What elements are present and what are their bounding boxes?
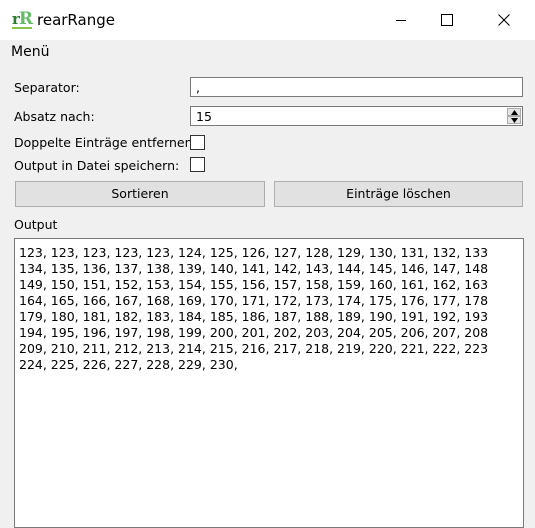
arrow-down-icon bbox=[511, 118, 518, 123]
output-line: 123, 123, 123, 123, 123, 124, 125, 126, … bbox=[19, 245, 489, 260]
maximize-button[interactable] bbox=[424, 0, 470, 40]
spin-down-button[interactable] bbox=[507, 116, 521, 124]
app-logo-icon: rR bbox=[12, 9, 33, 29]
save-file-label: Output in Datei speichern: bbox=[14, 158, 180, 173]
minimize-button[interactable] bbox=[378, 0, 424, 40]
clear-entries-button[interactable]: Einträge löschen bbox=[274, 181, 523, 207]
output-line: 149, 150, 151, 152, 153, 154, 155, 156, … bbox=[19, 277, 489, 292]
output-textarea[interactable]: 123, 123, 123, 123, 123, 124, 125, 126, … bbox=[14, 238, 524, 528]
duplicates-label: Doppelte Einträge entfernen: bbox=[14, 135, 197, 150]
close-button[interactable] bbox=[481, 0, 527, 40]
sort-button[interactable]: Sortieren bbox=[15, 181, 265, 207]
absatz-value: 15 bbox=[196, 109, 212, 124]
output-line: 224, 225, 226, 227, 228, 229, 230, bbox=[19, 357, 238, 372]
duplicates-checkbox[interactable] bbox=[190, 135, 205, 150]
minimize-icon bbox=[396, 20, 406, 21]
spin-up-button[interactable] bbox=[507, 108, 521, 116]
title-bar: rR rearRange bbox=[0, 0, 535, 40]
menu-item-menue[interactable]: Menü bbox=[11, 44, 49, 60]
output-line: 179, 180, 181, 182, 183, 184, 185, 186, … bbox=[19, 309, 489, 324]
output-line: 194, 195, 196, 197, 198, 199, 200, 201, … bbox=[19, 325, 489, 340]
spin-buttons bbox=[507, 108, 521, 124]
close-icon bbox=[498, 14, 510, 26]
save-file-checkbox[interactable] bbox=[190, 157, 205, 172]
arrow-up-icon bbox=[511, 110, 518, 115]
window-title: rearRange bbox=[37, 11, 115, 29]
separator-label: Separator: bbox=[14, 80, 80, 95]
menu-bar: Menü bbox=[0, 40, 535, 64]
output-line: 134, 135, 136, 137, 138, 139, 140, 141, … bbox=[19, 261, 489, 276]
output-line: 209, 210, 211, 212, 213, 214, 215, 216, … bbox=[19, 341, 489, 356]
separator-input[interactable]: , bbox=[190, 77, 523, 97]
absatz-label: Absatz nach: bbox=[14, 109, 95, 124]
output-line: 164, 165, 166, 167, 168, 169, 170, 171, … bbox=[19, 293, 489, 308]
absatz-spinbox[interactable]: 15 bbox=[190, 106, 523, 126]
maximize-icon bbox=[441, 14, 453, 26]
output-label: Output bbox=[14, 217, 58, 232]
